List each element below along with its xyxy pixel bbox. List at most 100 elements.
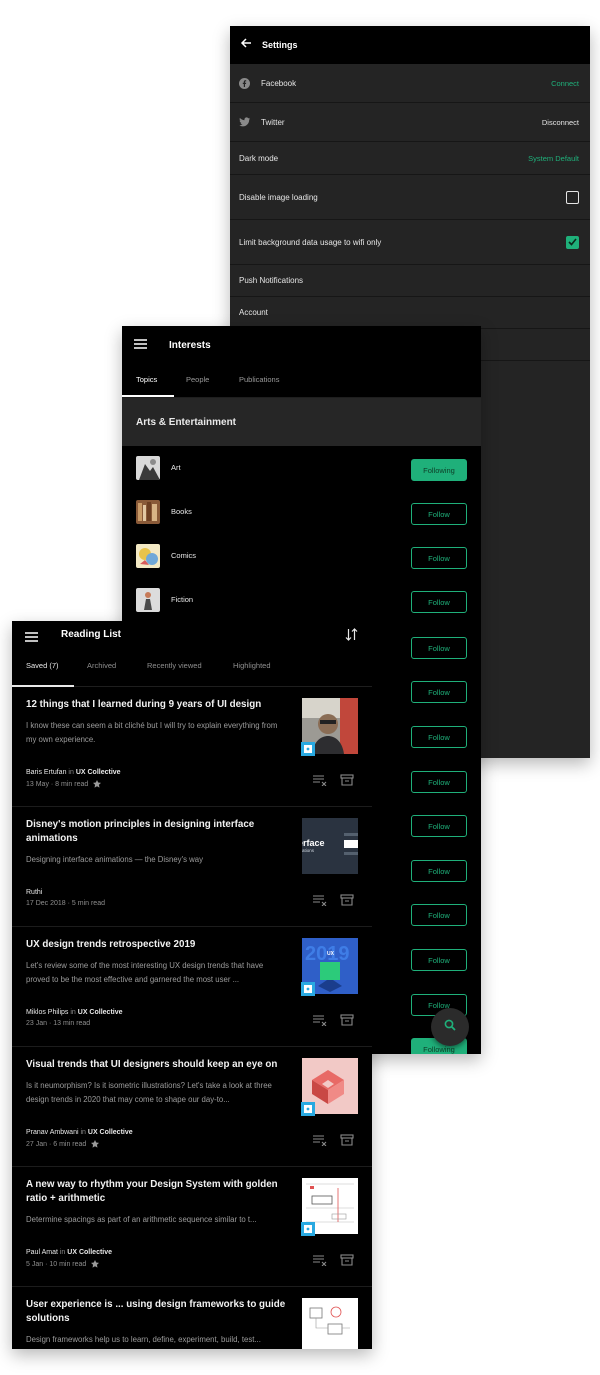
remove-from-list-icon[interactable]: [312, 1013, 327, 1031]
hamburger-menu-icon[interactable]: [25, 629, 38, 647]
archive-icon[interactable]: [340, 893, 354, 911]
hamburger-menu-icon[interactable]: [134, 336, 147, 354]
interests-title: Interests: [169, 339, 211, 351]
topic-row-books: Books Follow: [122, 492, 481, 536]
article-title[interactable]: Visual trends that UI designers should k…: [26, 1058, 288, 1072]
tab-recently-viewed[interactable]: Recently viewed: [147, 661, 202, 670]
author-name[interactable]: Pranav Ambwani: [26, 1129, 79, 1136]
archive-icon[interactable]: [340, 773, 354, 791]
article-item[interactable]: Disney's motion principles in designing …: [12, 807, 372, 927]
following-button[interactable]: Following: [411, 459, 467, 481]
settings-row-label: Dark mode: [239, 153, 279, 163]
follow-button[interactable]: Follow: [411, 904, 467, 926]
reading-top-bar: Reading List: [12, 621, 372, 651]
in-word: in: [59, 1249, 66, 1256]
facebook-connect-link[interactable]: Connect: [551, 79, 579, 88]
archive-icon[interactable]: [340, 1133, 354, 1151]
article-title[interactable]: A new way to rhythm your Design System w…: [26, 1178, 288, 1206]
settings-row-disable-images[interactable]: Disable image loading: [230, 175, 590, 220]
article-subtitle: Is it neumorphism? Is it isometric illus…: [26, 1081, 272, 1104]
tab-saved[interactable]: Saved (7): [26, 661, 59, 670]
archive-icon[interactable]: [340, 1013, 354, 1031]
settings-title: Settings: [262, 40, 298, 50]
remove-from-list-icon[interactable]: [312, 1253, 327, 1271]
disable-images-checkbox[interactable]: [566, 190, 579, 204]
dark-mode-value[interactable]: System Default: [528, 154, 579, 163]
badge-icon: [301, 1102, 315, 1116]
topic-row-fiction: Fiction Follow: [122, 580, 481, 624]
badge-icon: [301, 742, 315, 756]
author-name[interactable]: Ruthi: [26, 889, 42, 896]
follow-button[interactable]: Follow: [411, 637, 467, 659]
back-arrow-icon[interactable]: [240, 36, 252, 54]
tab-highlighted[interactable]: Highlighted: [233, 661, 271, 670]
author-name[interactable]: Miklos Philips: [26, 1009, 68, 1016]
settings-row-twitter[interactable]: Twitter Disconnect: [230, 103, 590, 142]
topic-row-comics: Comics Follow: [122, 536, 481, 580]
settings-row-push-notifications[interactable]: Push Notifications: [230, 265, 590, 297]
settings-row-limit-data[interactable]: Limit background data usage to wifi only: [230, 220, 590, 265]
tab-people[interactable]: People: [186, 375, 209, 384]
topic-row-art: Art Following: [122, 448, 481, 492]
twitter-disconnect-link[interactable]: Disconnect: [542, 118, 579, 127]
article-title[interactable]: User experience is ... using design fram…: [26, 1298, 288, 1326]
thumbnail-subtext: ations: [302, 848, 315, 853]
tab-archived[interactable]: Archived: [87, 661, 116, 670]
article-author: Baris Ertufan in UX Collective: [26, 769, 121, 776]
thumbnail-text: erface: [302, 838, 325, 848]
limit-data-checkbox[interactable]: [566, 235, 579, 249]
follow-button[interactable]: Follow: [411, 771, 467, 793]
publication-name[interactable]: UX Collective: [76, 769, 121, 776]
article-item[interactable]: Visual trends that UI designers should k…: [12, 1047, 372, 1167]
follow-button[interactable]: Follow: [411, 860, 467, 882]
archive-icon[interactable]: [340, 1253, 354, 1271]
settings-row-facebook[interactable]: Facebook Connect: [230, 64, 590, 103]
publication-name[interactable]: UX Collective: [67, 1249, 112, 1256]
article-title[interactable]: 12 things that I learned during 9 years …: [26, 698, 288, 712]
sort-icon[interactable]: [345, 628, 358, 646]
article-subtitle: I know these can seem a bit cliché but I…: [26, 721, 278, 744]
publication-name[interactable]: UX Collective: [88, 1129, 133, 1136]
article-date-readtime: 13 May · 8 min read: [26, 780, 89, 788]
settings-row-dark-mode[interactable]: Dark mode System Default: [230, 142, 590, 175]
follow-button[interactable]: Follow: [411, 503, 467, 525]
article-date-readtime: 23 Jan · 13 min read: [26, 1020, 91, 1027]
search-fab[interactable]: [431, 1008, 469, 1046]
follow-button[interactable]: Follow: [411, 815, 467, 837]
in-word: in: [68, 769, 74, 776]
article-date-readtime: 5 Jan · 10 min read: [26, 1260, 87, 1268]
settings-row-account[interactable]: Account: [230, 297, 590, 329]
article-item[interactable]: 12 things that I learned during 9 years …: [12, 687, 372, 807]
article-title[interactable]: Disney's motion principles in designing …: [26, 818, 288, 846]
article-item[interactable]: UX design trends retrospective 2019 Let'…: [12, 927, 372, 1047]
tab-publications[interactable]: Publications: [239, 375, 279, 384]
follow-button[interactable]: Follow: [411, 681, 467, 703]
tab-topics[interactable]: Topics: [136, 375, 157, 384]
follow-button[interactable]: Follow: [411, 591, 467, 613]
badge-icon: [301, 1222, 315, 1236]
follow-button[interactable]: Follow: [411, 726, 467, 748]
remove-from-list-icon[interactable]: [312, 893, 327, 911]
follow-button[interactable]: Follow: [411, 949, 467, 971]
article-author: Pranav Ambwani in UX Collective: [26, 1129, 133, 1136]
article-item[interactable]: A new way to rhythm your Design System w…: [12, 1167, 372, 1287]
topic-thumbnail: [136, 588, 160, 612]
publication-name[interactable]: UX Collective: [78, 1009, 123, 1016]
remove-from-list-icon[interactable]: [312, 1133, 327, 1151]
article-item[interactable]: User experience is ... using design fram…: [12, 1287, 372, 1349]
topic-thumbnail: [136, 544, 160, 568]
article-title[interactable]: UX design trends retrospective 2019: [26, 938, 288, 952]
author-name[interactable]: Paul Amat: [26, 1249, 58, 1256]
article-subtitle: Design frameworks help us to learn, defi…: [26, 1335, 261, 1344]
twitter-icon: [239, 117, 250, 128]
section-header: Arts & Entertainment: [122, 398, 481, 446]
topic-thumbnail: [136, 500, 160, 524]
search-icon: [444, 1018, 456, 1036]
author-name[interactable]: Baris Ertufan: [26, 769, 66, 776]
remove-from-list-icon[interactable]: [312, 773, 327, 791]
in-word: in: [80, 1129, 86, 1136]
facebook-icon: [239, 77, 250, 89]
follow-button[interactable]: Follow: [411, 547, 467, 569]
interests-tabs: Topics People Publications: [122, 364, 481, 398]
settings-top-bar: Settings: [230, 26, 590, 64]
